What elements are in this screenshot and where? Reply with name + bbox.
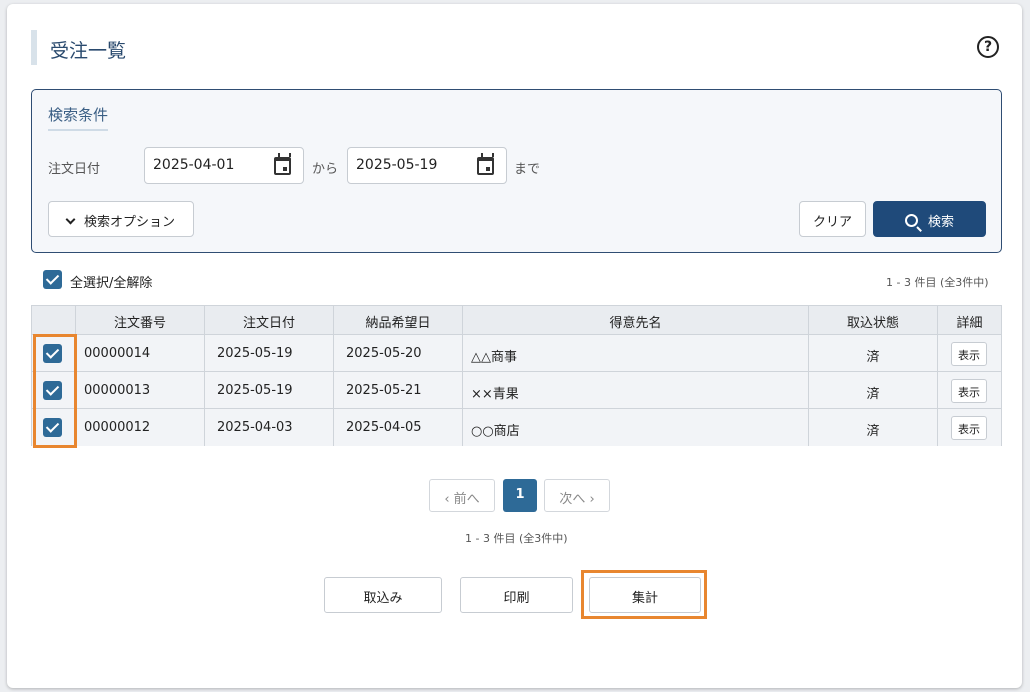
search-conditions-title: 検索条件 <box>48 104 109 131</box>
clear-button[interactable]: クリア <box>799 201 866 237</box>
cell-status: 済 <box>808 372 937 409</box>
order-date-label: 注文日付 <box>48 162 101 177</box>
calendar-icon[interactable] <box>477 153 494 175</box>
cell-order-date: 2025-05-19 <box>204 372 333 409</box>
import-button[interactable]: 取込み <box>324 577 442 613</box>
table-row: 00000013 2025-05-19 2025-05-21 ××青果 済 表示 <box>32 372 1001 409</box>
search-options-button[interactable]: 検索オプション <box>48 201 194 237</box>
total-button[interactable]: 集計 <box>589 577 701 613</box>
view-detail-button[interactable]: 表示 <box>951 342 987 366</box>
search-button-label: 検索 <box>927 215 954 230</box>
table-header: 注文番号 注文日付 納品希望日 得意先名 取込状態 詳細 <box>32 306 1001 335</box>
checkbox-highlight-box <box>33 334 77 448</box>
page-title: 受注一覧 <box>50 40 127 62</box>
column-header-order-no: 注文番号 <box>75 306 204 335</box>
cell-status: 済 <box>808 335 937 372</box>
search-options-label: 検索オプション <box>83 215 175 230</box>
search-icon <box>904 214 918 227</box>
table-row: 00000014 2025-05-19 2025-05-20 △△商事 済 表示 <box>32 335 1001 372</box>
prev-page-button[interactable]: ‹ 前へ <box>429 479 495 512</box>
table-row: 00000012 2025-04-03 2025-04-05 ○○商店 済 表示 <box>32 409 1001 446</box>
search-button[interactable]: 検索 <box>873 201 986 237</box>
cell-customer: ○○商店 <box>462 409 808 446</box>
select-all-checkbox[interactable] <box>43 270 62 289</box>
title-accent-bar <box>31 30 37 65</box>
date-range-suffix: まで <box>514 162 541 177</box>
orders-table: 注文番号 注文日付 納品希望日 得意先名 取込状態 詳細 00000014 20… <box>31 305 1002 446</box>
next-page-button[interactable]: 次へ › <box>544 479 610 512</box>
date-to-input[interactable]: 2025-05-19 <box>347 147 507 184</box>
result-count-top: 1 - 3 件目 (全3件中) <box>886 276 989 289</box>
print-button[interactable]: 印刷 <box>460 577 573 613</box>
column-header-order-date: 注文日付 <box>204 306 333 335</box>
help-icon[interactable]: ? <box>977 36 999 58</box>
cell-order-no: 00000013 <box>75 372 204 409</box>
cell-customer: ××青果 <box>462 372 808 409</box>
cell-order-date: 2025-04-03 <box>204 409 333 446</box>
cell-detail: 表示 <box>937 372 1001 409</box>
calendar-icon[interactable] <box>274 153 291 175</box>
current-page-button[interactable]: 1 <box>503 479 537 512</box>
cell-delivery-date: 2025-05-21 <box>333 372 462 409</box>
chevron-down-icon <box>65 214 76 225</box>
select-all-label[interactable]: 全選択/全解除 <box>70 272 152 291</box>
view-detail-button[interactable]: 表示 <box>951 416 987 440</box>
cell-order-no: 00000014 <box>75 335 204 372</box>
search-conditions-panel: 検索条件 注文日付 2025-04-01 から 2025-05-19 まで 検索… <box>31 89 1002 253</box>
date-to-value: 2025-05-19 <box>356 157 438 173</box>
cell-detail: 表示 <box>937 335 1001 372</box>
result-count-bottom: 1 - 3 件目 (全3件中) <box>465 532 568 545</box>
column-header-detail: 詳細 <box>937 306 1001 335</box>
date-range-separator: から <box>312 162 339 177</box>
column-header-delivery-date: 納品希望日 <box>333 306 462 335</box>
view-detail-button[interactable]: 表示 <box>951 379 987 403</box>
column-header-status: 取込状態 <box>808 306 937 335</box>
column-header-customer: 得意先名 <box>462 306 808 335</box>
cell-status: 済 <box>808 409 937 446</box>
next-page-label: 次へ <box>559 492 586 507</box>
cell-detail: 表示 <box>937 409 1001 446</box>
cell-order-no: 00000012 <box>75 409 204 446</box>
cell-delivery-date: 2025-05-20 <box>333 335 462 372</box>
cell-delivery-date: 2025-04-05 <box>333 409 462 446</box>
cell-customer: △△商事 <box>462 335 808 372</box>
date-from-input[interactable]: 2025-04-01 <box>144 147 304 184</box>
prev-page-label: 前へ <box>453 492 480 507</box>
date-from-value: 2025-04-01 <box>153 157 235 173</box>
cell-order-date: 2025-05-19 <box>204 335 333 372</box>
